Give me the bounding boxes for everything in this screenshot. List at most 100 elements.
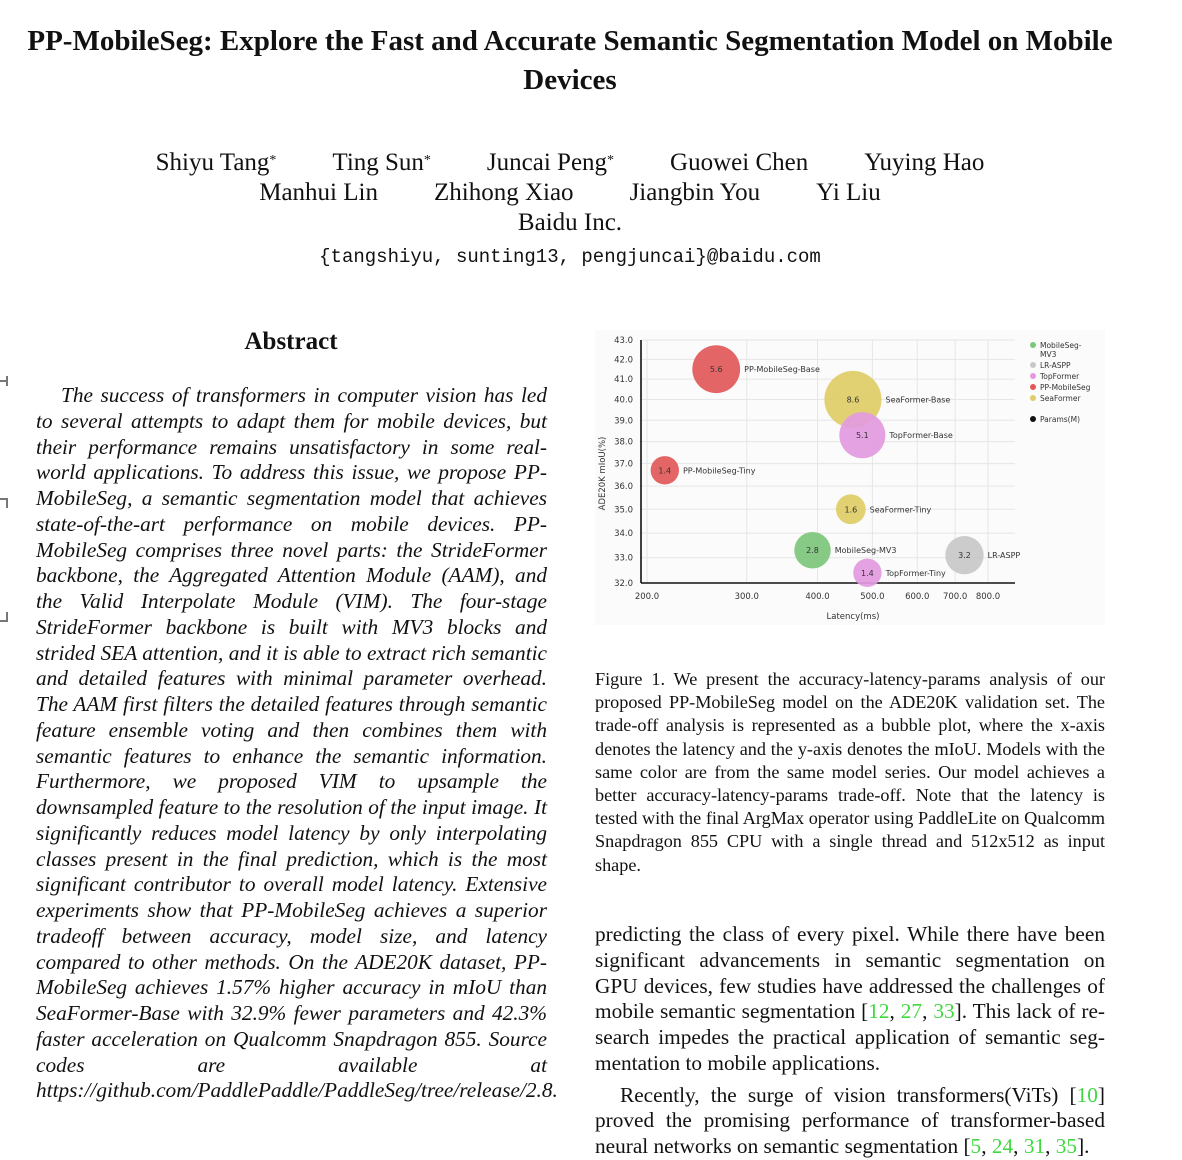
margin-mark xyxy=(0,498,8,508)
bubble-chart: 32.0 33.0 34.0 35.0 36.0 37.0 38.0 39.0 40.0 41.0… xyxy=(598,336,1091,622)
legend-swatch xyxy=(1030,342,1036,348)
citation-link[interactable]: 33 xyxy=(933,999,954,1023)
author-name-text: Yuying Hao xyxy=(864,149,985,176)
citation-separator: , xyxy=(981,1134,992,1158)
bubble-name-label: PP-MobileSeg-Tiny xyxy=(683,466,756,475)
citation-link[interactable]: 12 xyxy=(868,999,889,1023)
author-name-text: Juncai Peng xyxy=(486,149,608,176)
author-name: Jiangbin You xyxy=(630,178,761,208)
bubble-name-label: LR-ASPP xyxy=(988,551,1021,560)
bubble-name-label: TopFormer-Base xyxy=(888,431,953,440)
citation-group: 12, 27, 33 xyxy=(868,999,954,1023)
legend-size-swatch xyxy=(1030,416,1036,422)
bubble-value-label: 1.4 xyxy=(861,569,874,578)
citation-separator: , xyxy=(1045,1134,1056,1158)
y-tick-label: 36.0 xyxy=(614,482,633,492)
author-name: Zhihong Xiao xyxy=(434,178,574,208)
author-name: Shiyu Tang* xyxy=(156,148,277,178)
equal-contribution-mark: * xyxy=(423,153,431,168)
citation-group: 5, 24, 31, 35 xyxy=(971,1134,1078,1158)
x-tick-label: 800.0 xyxy=(976,592,1000,602)
author-name: Yuying Hao xyxy=(864,148,984,178)
author-name-text: Manhui Lin xyxy=(259,179,378,206)
bubble-value-label: 1.4 xyxy=(658,466,671,475)
citation-separator: , xyxy=(889,999,901,1024)
citation-link[interactable]: 5 xyxy=(971,1134,982,1158)
author-emails: {tangshiyu, sunting13, pengjuncai}@baidu… xyxy=(319,246,821,268)
bubble-name-label: MobileSeg-MV3 xyxy=(835,546,897,555)
y-tick-label: 33.0 xyxy=(614,554,633,564)
citation-link[interactable]: 24 xyxy=(992,1134,1013,1158)
y-tick-label: 38.0 xyxy=(614,438,633,448)
y-tick-label: 34.0 xyxy=(614,529,633,539)
legend-swatch xyxy=(1030,362,1036,368)
figure-caption: Figure 1. We present the accuracy-latenc… xyxy=(595,669,1105,875)
author-name-text: Shiyu Tang xyxy=(155,149,270,176)
y-tick-label: 41.0 xyxy=(614,375,633,385)
legend-swatch xyxy=(1030,373,1036,379)
legend-label: MV3 xyxy=(1040,350,1057,359)
legend-swatch xyxy=(1030,384,1036,390)
y-axis-label: ADE20K mIoU(%) xyxy=(598,437,608,511)
bubble-value-label: 8.6 xyxy=(847,395,860,404)
y-tick-label: 39.0 xyxy=(614,416,633,426)
citation-link[interactable]: 35 xyxy=(1056,1134,1077,1158)
paragraph: predicting the class of every pixel. Whi… xyxy=(595,922,1105,1077)
abstract-text: The success of transformers in computer … xyxy=(36,383,558,1103)
citation-link[interactable]: 31 xyxy=(1024,1134,1045,1158)
figure-1: 32.0 33.0 34.0 35.0 36.0 37.0 38.0 39.0 40.0 41.0… xyxy=(595,330,1105,625)
author-name-text: Jiangbin You xyxy=(629,179,761,206)
x-tick-label: 500.0 xyxy=(860,592,884,602)
bubble-name-label: PP-MobileSeg-Base xyxy=(744,365,820,374)
bubble-name-label: TopFormer-Tiny xyxy=(885,569,946,578)
text-run: ]. xyxy=(1077,1134,1090,1158)
bubble-value-label: 5.6 xyxy=(710,365,723,374)
y-tick-label: 40.0 xyxy=(614,395,633,405)
legend-label: PP-MobileSeg xyxy=(1040,383,1091,392)
author-name-text: Zhihong Xiao xyxy=(433,179,574,206)
citation-separator: , xyxy=(1013,1134,1024,1158)
margin-mark xyxy=(0,612,8,622)
legend-label: TopFormer xyxy=(1039,372,1080,381)
citation-separator: , xyxy=(922,999,934,1024)
author-block: Shiyu Tang* Ting Sun* Juncai Peng* Guowei C… xyxy=(0,148,1140,238)
y-tick-label: 42.0 xyxy=(614,355,633,365)
legend-label: LR-ASPP xyxy=(1040,361,1071,370)
body-text: predicting the class of every pixel. Whi… xyxy=(595,922,1105,1160)
author-name-text: Yi Liu xyxy=(816,179,881,206)
bubble-value-label: 1.6 xyxy=(844,505,857,514)
x-tick-label: 400.0 xyxy=(805,592,829,602)
x-tick-label: 200.0 xyxy=(635,592,659,602)
bubble-name-label: SeaFormer-Base xyxy=(885,395,950,404)
citation-link[interactable]: 27 xyxy=(901,999,922,1023)
y-tick-label: 37.0 xyxy=(614,460,633,470)
equal-contribution-mark: * xyxy=(607,153,615,168)
legend-swatch xyxy=(1030,395,1036,401)
affiliation: Baidu Inc. xyxy=(517,209,623,236)
citation-link[interactable]: 10 xyxy=(1077,1083,1098,1107)
y-tick-label: 32.0 xyxy=(614,579,633,589)
x-axis-label: Latency(ms) xyxy=(827,612,880,622)
legend-label: MobileSeg- xyxy=(1040,341,1082,350)
paper-title: PP-MobileSeg: Explore the Fast and Accur… xyxy=(27,25,1113,96)
author-name: Ting Sun* xyxy=(332,148,431,178)
text-run: Recently, the surge of vision transforme… xyxy=(620,1082,1077,1107)
bubble-name-label: SeaFormer-Tiny xyxy=(870,505,932,514)
author-name: Yi Liu xyxy=(816,178,881,208)
author-name-text: Ting Sun xyxy=(332,149,424,176)
author-name-text: Guowei Chen xyxy=(670,149,809,176)
bubble-value-label: 3.2 xyxy=(958,551,971,560)
author-name: Juncai Peng* xyxy=(487,148,614,178)
legend-size-label: Params(M) xyxy=(1040,415,1080,424)
bubble-value-label: 5.1 xyxy=(856,431,869,440)
x-tick-label: 300.0 xyxy=(735,592,759,602)
abstract-heading: Abstract xyxy=(244,328,338,355)
x-tick-label: 600.0 xyxy=(905,592,929,602)
author-row-1: Shiyu Tang* Ting Sun* Juncai Peng* Guowei C… xyxy=(0,148,1140,178)
margin-mark xyxy=(0,376,8,386)
x-tick-label: 700.0 xyxy=(943,592,967,602)
author-row-2: Manhui Lin Zhihong Xiao Jiangbin You Yi Liu xyxy=(0,178,1140,208)
equal-contribution-mark: * xyxy=(269,153,277,168)
paragraph: Recently, the surge of vision transforme… xyxy=(595,1083,1105,1160)
y-tick-label: 43.0 xyxy=(614,336,633,346)
